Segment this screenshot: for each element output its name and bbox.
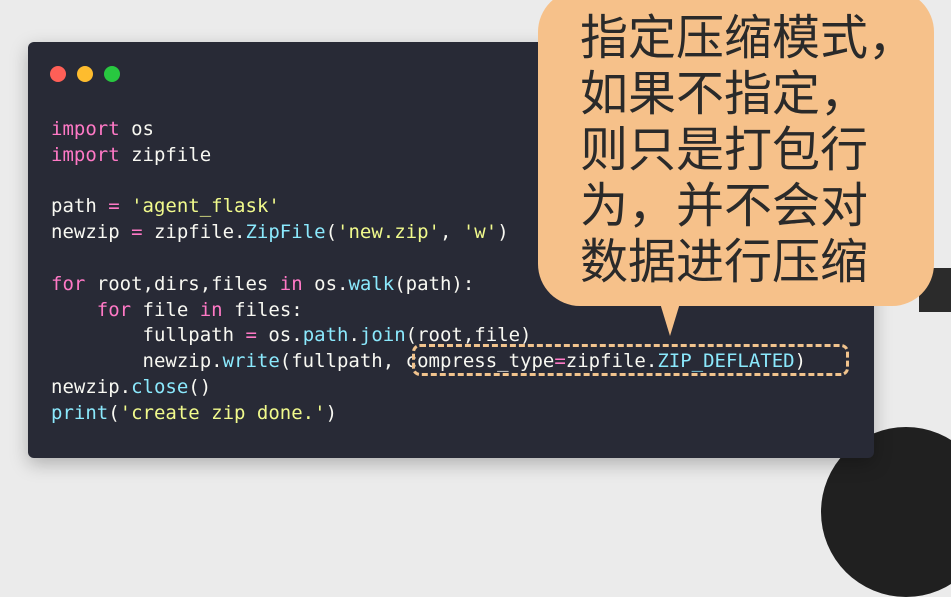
code-token: = [108, 195, 120, 218]
callout-line: 数据进行压缩 [580, 234, 869, 290]
close-dot-icon[interactable] [50, 66, 66, 82]
code-token: os [119, 118, 154, 140]
window-controls [50, 66, 120, 82]
code-token: newzip. [51, 350, 223, 373]
callout-line: 则只是打包行 [580, 122, 869, 178]
code-token: files: [222, 298, 303, 321]
code-token: root,dirs,files [85, 272, 280, 295]
callout-line: 为，并不会对 [580, 178, 869, 234]
code-token: close [131, 375, 189, 398]
code-token: ( [108, 401, 120, 424]
code-token: ZipFile [245, 221, 326, 244]
code-token: . [348, 324, 360, 347]
code-token: join [359, 324, 406, 347]
code-token: = [245, 324, 257, 347]
code-token: 'create zip done.' [119, 401, 326, 424]
code-token: (path): [394, 272, 475, 295]
code-token: , [439, 221, 463, 244]
code-token: ) [325, 401, 338, 424]
code-token: file [131, 298, 200, 321]
code-token: in [199, 298, 223, 321]
code-token: zipfile. [142, 221, 246, 244]
callout-text: 指定压缩模式， 如果不指定， 则只是打包行 为，并不会对 数据进行压缩 [580, 10, 920, 290]
code-token: newzip. [51, 375, 132, 398]
code-token: write [222, 350, 280, 373]
code-token: for [51, 272, 86, 295]
code-token: for [96, 298, 132, 321]
code-token: path [51, 195, 109, 218]
code-token: import [51, 143, 120, 166]
callout-tail [656, 290, 684, 336]
code-token: 'w' [462, 221, 498, 244]
maximize-dot-icon[interactable] [104, 66, 120, 82]
code-token: import [51, 118, 120, 140]
callout-line: 如果不指定， [580, 66, 869, 122]
code-token: in [279, 272, 303, 295]
code-token: fullpath [51, 324, 246, 347]
code-token: newzip [51, 221, 132, 244]
code-token: () [188, 375, 212, 398]
callout-line: 指定压缩模式， [580, 10, 917, 66]
code-line: newzip.close() [51, 375, 806, 401]
code-token: zipfile [119, 143, 212, 166]
code-line: print('create zip done.') [51, 401, 806, 427]
minimize-dot-icon[interactable] [77, 66, 93, 82]
code-token: print [51, 401, 109, 424]
code-token: os. [302, 272, 349, 295]
code-token: ) [497, 221, 509, 244]
code-token: 'new.zip' [337, 221, 440, 244]
code-token: path [302, 324, 349, 347]
code-token: 'agent_flask' [131, 195, 280, 218]
code-token: = [131, 221, 143, 244]
code-token: walk [348, 272, 395, 295]
compress-type-highlight [412, 344, 849, 376]
code-token: os. [256, 324, 303, 347]
code-token: ( [325, 221, 338, 244]
